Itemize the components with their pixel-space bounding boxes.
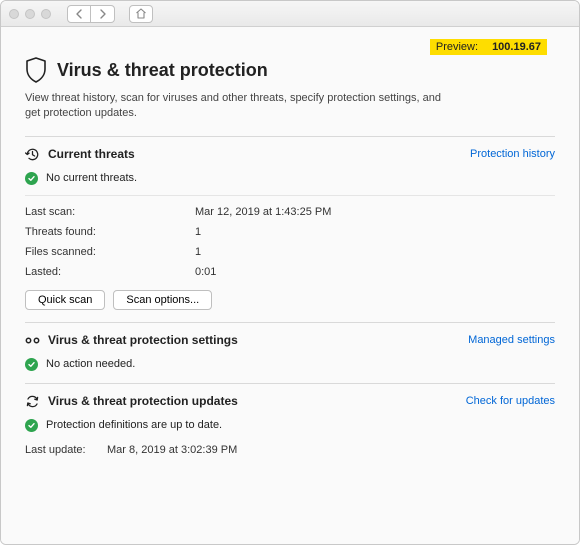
settings-status-row: No action needed. (25, 358, 555, 371)
updates-status-row: Protection definitions are up to date. (25, 419, 555, 432)
close-window-button[interactable] (9, 9, 19, 19)
chevron-right-icon (99, 9, 107, 19)
threat-status-row: No current threats. (25, 172, 555, 185)
files-scanned-label: Files scanned: (25, 246, 195, 258)
scan-button-row: Quick scan Scan options... (25, 290, 555, 310)
current-threats-section: Current threats Protection history No cu… (25, 136, 555, 322)
section-title: Virus & threat protection updates (48, 394, 238, 408)
settings-status-text: No action needed. (46, 358, 135, 370)
section-header: Current threats Protection history (25, 147, 555, 162)
minimize-window-button[interactable] (25, 9, 35, 19)
check-circle-icon (25, 358, 38, 371)
last-scan-label: Last scan: (25, 206, 195, 218)
check-updates-link[interactable]: Check for updates (466, 395, 555, 407)
page-description: View threat history, scan for viruses an… (25, 91, 455, 122)
scan-options-button[interactable]: Scan options... (113, 290, 212, 310)
page-header: Virus & threat protection (25, 57, 555, 83)
traffic-lights (9, 9, 51, 19)
updates-status-text: Protection definitions are up to date. (46, 419, 222, 431)
nav-button-group (67, 5, 115, 23)
section-title: Virus & threat protection settings (48, 333, 238, 347)
shield-icon (25, 57, 47, 83)
lasted-value: 0:01 (195, 266, 216, 278)
refresh-icon (25, 394, 40, 409)
back-button[interactable] (67, 5, 91, 23)
preview-label: Preview: (436, 41, 478, 53)
last-update-label: Last update: (25, 444, 107, 456)
threat-status-text: No current threats. (46, 172, 137, 184)
lasted-label: Lasted: (25, 266, 195, 278)
content-area: Preview: 100.19.67 Virus & threat protec… (1, 27, 579, 544)
page-title: Virus & threat protection (57, 60, 268, 81)
managed-settings-link[interactable]: Managed settings (468, 334, 555, 346)
preview-version: 100.19.67 (492, 41, 541, 53)
threats-found-value: 1 (195, 226, 201, 238)
threats-found-label: Threats found: (25, 226, 195, 238)
app-window: Preview: 100.19.67 Virus & threat protec… (0, 0, 580, 545)
chevron-left-icon (75, 9, 83, 19)
gear-icon (25, 333, 40, 348)
last-update-value: Mar 8, 2019 at 3:02:39 PM (107, 444, 237, 456)
section-title: Current threats (48, 147, 135, 161)
check-circle-icon (25, 419, 38, 432)
protection-history-link[interactable]: Protection history (470, 148, 555, 160)
protection-updates-section: Virus & threat protection updates Check … (25, 383, 555, 468)
protection-settings-section: Virus & threat protection settings Manag… (25, 322, 555, 383)
history-icon (25, 147, 40, 162)
last-scan-value: Mar 12, 2019 at 1:43:25 PM (195, 206, 331, 218)
home-icon (135, 8, 147, 19)
files-scanned-value: 1 (195, 246, 201, 258)
section-header: Virus & threat protection updates Check … (25, 394, 555, 409)
titlebar (1, 1, 579, 27)
forward-button[interactable] (91, 5, 115, 23)
zoom-window-button[interactable] (41, 9, 51, 19)
preview-banner-row: Preview: 100.19.67 (25, 31, 555, 55)
preview-badge: Preview: 100.19.67 (430, 39, 547, 55)
home-button[interactable] (129, 5, 153, 23)
quick-scan-button[interactable]: Quick scan (25, 290, 105, 310)
section-header: Virus & threat protection settings Manag… (25, 333, 555, 348)
check-circle-icon (25, 172, 38, 185)
